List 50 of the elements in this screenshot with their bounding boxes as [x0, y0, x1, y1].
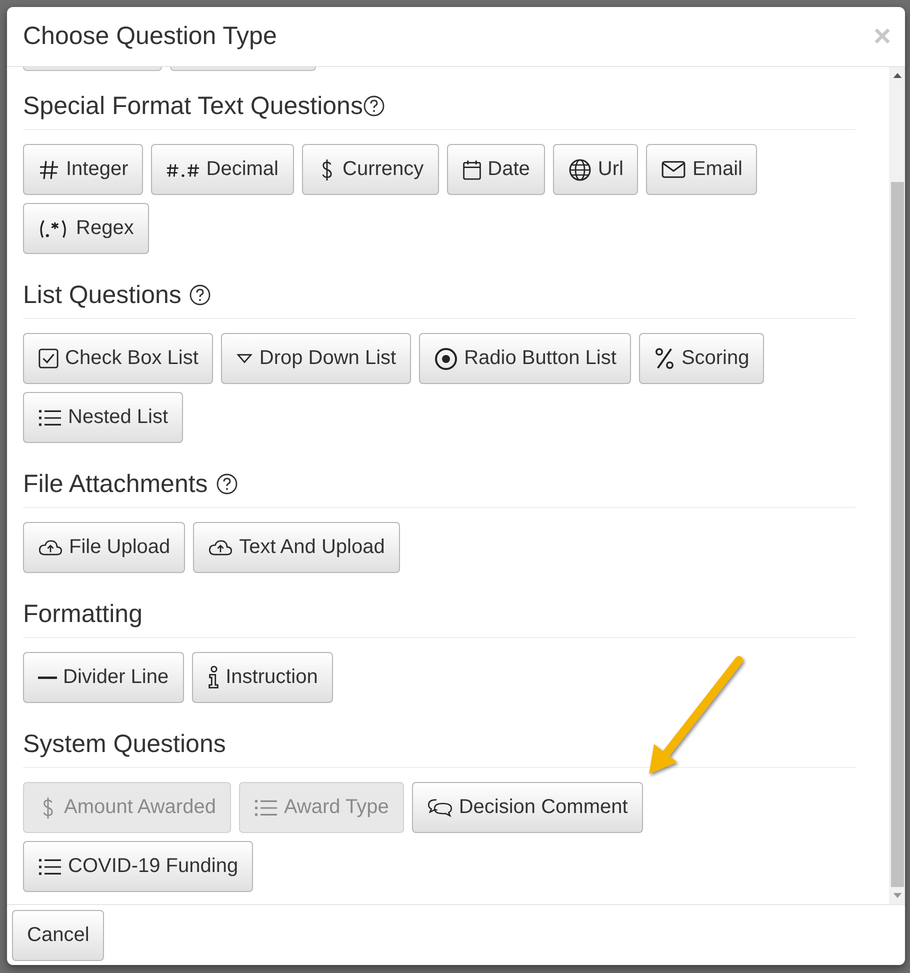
cut-off-button[interactable] [170, 67, 316, 71]
scrollbar-thumb[interactable] [890, 182, 904, 887]
section-heading: Special Format Text Questions [23, 92, 363, 120]
question-type-button[interactable]: Text And Upload [193, 522, 400, 573]
cancel-button[interactable]: Cancel [12, 910, 104, 960]
info-icon [206, 665, 220, 690]
section-heading: File Attachments [23, 470, 208, 498]
scroll-up-icon[interactable] [892, 73, 902, 78]
list-icon [254, 798, 278, 818]
dialog-title: Choose Question Type [23, 22, 277, 51]
question-type-button[interactable]: Drop Down List [221, 333, 412, 384]
help-icon[interactable] [216, 473, 238, 495]
envelope-icon [661, 160, 686, 179]
question-type-button[interactable]: Url [552, 144, 638, 195]
question-type-button[interactable]: Regex [23, 203, 149, 254]
triangle-down-icon [236, 353, 254, 364]
question-type-button[interactable]: Scoring [639, 333, 764, 384]
question-type-button[interactable]: File Upload [23, 522, 186, 573]
globe-icon [568, 158, 592, 182]
help-icon[interactable] [189, 284, 212, 306]
list-icon [38, 408, 62, 428]
checkbox-icon [38, 348, 59, 369]
scrollbar[interactable] [889, 67, 905, 904]
minus-icon [38, 676, 57, 680]
section-heading: System Questions [23, 730, 226, 758]
question-type-button[interactable]: Radio Button List [419, 333, 632, 384]
question-type-button[interactable]: Decision Comment [412, 782, 643, 833]
percent-icon [654, 347, 676, 370]
hash-icon [38, 158, 60, 180]
question-type-button[interactable]: Nested List [23, 392, 184, 443]
cut-off-button[interactable] [23, 67, 162, 71]
question-type-button[interactable]: Integer [23, 144, 144, 195]
question-type-button[interactable]: Divider Line [23, 652, 184, 703]
question-type-button[interactable]: COVID-19 Funding [23, 841, 254, 892]
list-icon [38, 856, 62, 876]
question-type-button[interactable]: Decimal [151, 144, 294, 195]
calendar-icon [462, 158, 482, 180]
cloud-upload-icon [208, 539, 234, 556]
radio-icon [434, 346, 458, 370]
section-heading: Formatting [23, 600, 142, 628]
question-type-button[interactable]: Currency [302, 144, 439, 195]
question-type-button[interactable]: Check Box List [23, 333, 214, 384]
question-type-button[interactable]: Date [446, 144, 545, 195]
question-type-button[interactable]: Instruction [192, 652, 333, 703]
cloud-upload-icon [38, 539, 63, 556]
question-type-button[interactable]: Email [646, 144, 758, 195]
chat-bubbles-icon [426, 798, 453, 818]
help-icon[interactable] [362, 95, 385, 117]
scroll-down-icon[interactable] [892, 893, 902, 898]
section-heading: List Questions [23, 280, 182, 310]
